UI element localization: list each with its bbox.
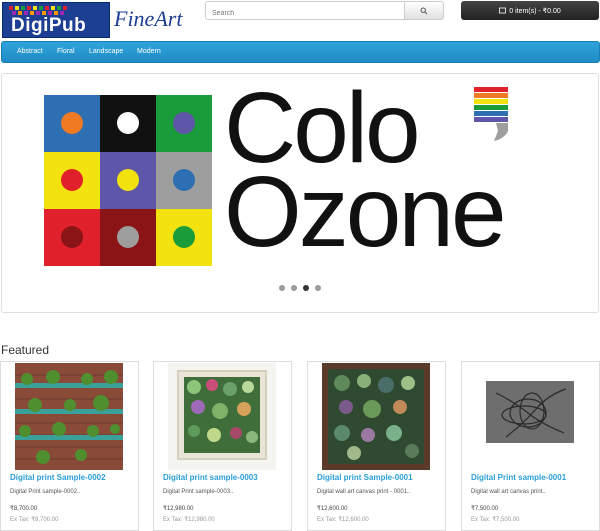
banner-grid-cell (156, 209, 212, 266)
product-price: ₹7,500.00 (471, 506, 499, 512)
nav-item-abstract[interactable]: Abstract (17, 42, 43, 62)
product-card[interactable]: Digital Print sample-0001 Digital wall a… (461, 361, 600, 531)
banner-grid-dot (117, 112, 139, 134)
banner-grid-cell (44, 209, 100, 266)
cart-label: 0 item(s) - ₹0.00 (509, 7, 561, 15)
product-description: Digital Print sample-0003.. (163, 489, 234, 495)
cart-icon (499, 7, 507, 14)
carousel-dot[interactable] (291, 285, 297, 291)
product-image[interactable] (168, 363, 276, 470)
banner-grid-dot (117, 169, 139, 191)
product-title[interactable]: Digital print Sample-0002 (10, 473, 106, 482)
product-title[interactable]: Digital print Sample-0001 (317, 473, 413, 482)
product-ex-tax: Ex Tax: ₹12,600.00 (317, 517, 369, 523)
cart-button[interactable]: 0 item(s) - ₹0.00 (461, 1, 599, 20)
product-price: ₹8,700.00 (10, 506, 38, 512)
banner-grid-dot (61, 112, 83, 134)
banner-grid-cell (156, 152, 212, 209)
carousel-dot[interactable] (279, 285, 285, 291)
product-image[interactable] (15, 363, 123, 470)
product-ex-tax: Ex Tax: ₹8,700.00 (10, 517, 59, 523)
banner-grid-dot (173, 226, 195, 248)
banner-grid-cell (100, 95, 156, 152)
product-price: ₹12,600.00 (317, 506, 348, 512)
site-logo[interactable]: DigiPub (2, 2, 110, 38)
banner-grid-cell (44, 95, 100, 152)
product-description: Digital wall art canvas print - 0001.. (317, 489, 411, 495)
search-icon (420, 7, 428, 14)
search-field[interactable] (205, 1, 405, 22)
nav-item-landscape[interactable]: Landscape (89, 42, 123, 62)
banner-grid-cell (156, 95, 212, 152)
banner-grid-dot (117, 226, 139, 248)
nav-item-modern[interactable]: Modern (137, 42, 161, 62)
product-ex-tax: Ex Tax: ₹7,500.00 (471, 517, 520, 523)
product-image[interactable] (322, 363, 430, 470)
banner-grid-dot (173, 169, 195, 191)
product-price: ₹12,980.00 (163, 506, 194, 512)
logo-subtitle: FineArt (114, 6, 183, 31)
banner-grid-dot (61, 169, 83, 191)
banner-grid-dot (61, 226, 83, 248)
product-image[interactable] (476, 363, 584, 470)
carousel-dot[interactable] (315, 285, 321, 291)
banner-wordmark: Colo Ozone (224, 78, 507, 268)
product-description: Digital wall art canvas print.. (471, 489, 546, 495)
logo-text: DigiPub (11, 15, 87, 36)
nav-item-floral[interactable]: Floral (57, 42, 75, 62)
featured-heading: Featured (1, 343, 50, 357)
product-card[interactable]: Digital print Sample-0002 Digital Print … (0, 361, 139, 531)
banner-carousel[interactable]: Colo Ozone (1, 73, 599, 313)
search-button[interactable] (404, 1, 444, 20)
banner-grid-cell (100, 152, 156, 209)
carousel-dot-active[interactable] (303, 285, 309, 291)
product-title[interactable]: Digital Print sample-0001 (471, 473, 566, 482)
product-card[interactable]: Digital print Sample-0001 Digital wall a… (307, 361, 446, 531)
banner-line-2: Ozone (224, 156, 507, 268)
product-card[interactable]: Digital print sample-0003 Digital Print … (153, 361, 292, 531)
product-description: Digital Print sample-0002.. (10, 489, 81, 495)
category-navbar: Abstract Floral Landscape Modern (1, 41, 600, 63)
product-ex-tax: Ex Tax: ₹12,980.00 (163, 517, 215, 523)
banner-grid-cell (100, 209, 156, 266)
banner-grid-cell (44, 152, 100, 209)
rainbow-apostrophe-icon (474, 87, 508, 141)
carousel-pagination (279, 285, 321, 291)
banner-grid-dot (173, 112, 195, 134)
search-input[interactable] (206, 5, 405, 22)
product-title[interactable]: Digital print sample-0003 (163, 473, 258, 482)
